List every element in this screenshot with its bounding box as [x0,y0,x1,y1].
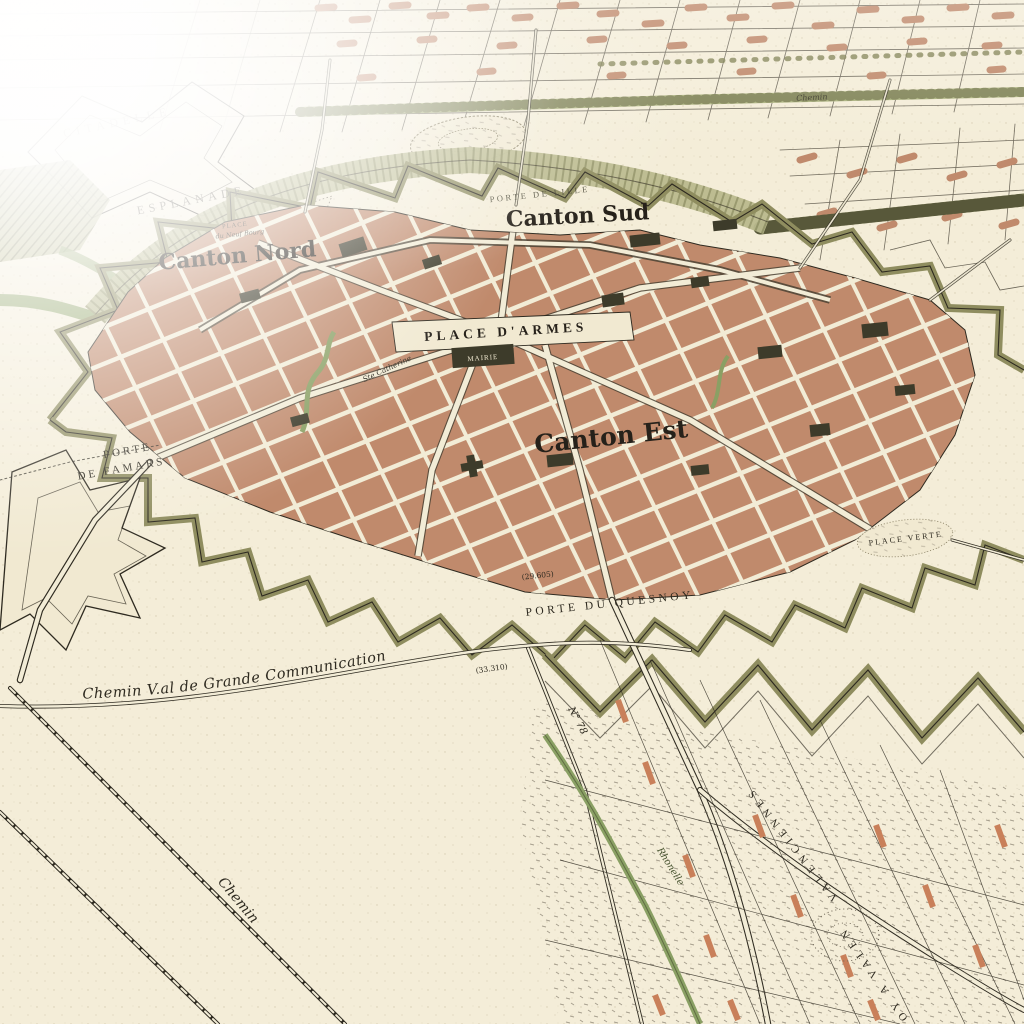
map-photo: CITADELLE ESPLANADE PORTE DE LILLE Canto… [0,0,1024,1024]
map-canvas: CITADELLE ESPLANADE PORTE DE LILLE Canto… [0,0,1024,1024]
label-chemin-top: Chemin [796,92,828,103]
